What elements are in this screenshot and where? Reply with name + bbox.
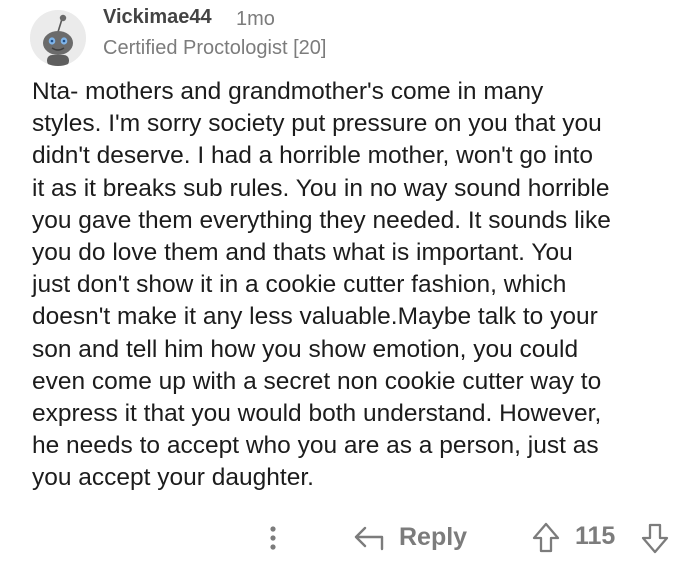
comment-body-line: you do love them and thats what is impor…: [32, 239, 573, 267]
upvote-arrow-icon: [532, 522, 560, 553]
comment-body-line: styles. I'm sorry society put pressure o…: [32, 110, 602, 138]
user-flair: Certified Proctologist [20]: [103, 37, 327, 59]
reply-label: Reply: [399, 523, 468, 551]
downvote-arrow-icon: [641, 523, 669, 554]
comment-body-line: son and tell him how you show emotion, y…: [32, 335, 579, 363]
more-options-button[interactable]: [262, 520, 284, 556]
comment-body-line: even come up with a secret non cookie cu…: [32, 367, 602, 395]
reply-arrow-icon: [354, 526, 384, 551]
comment-body-line: you accept your daughter.: [32, 464, 314, 492]
comment-body-line: doesn't make it any less valuable.Maybe …: [32, 303, 598, 331]
comment-actions-bar: Reply 115: [0, 516, 700, 560]
comment-body-line: Nta- mothers and grandmother's come in m…: [32, 78, 544, 105]
comment-body-line: he needs to accept who you are as a pers…: [32, 432, 599, 460]
vote-score: 115: [575, 522, 616, 550]
snoo-avatar-icon: [30, 10, 86, 66]
timestamp: 1mo: [236, 8, 275, 30]
comment-body-line: you gave them everything they needed. It…: [32, 206, 611, 234]
comment-body-line: didn't deserve. I had a horrible mother,…: [32, 142, 593, 170]
more-vertical-icon: [270, 526, 276, 550]
upvote-button[interactable]: [531, 520, 561, 556]
avatar[interactable]: [30, 10, 86, 66]
username[interactable]: Vickimae44: [103, 6, 212, 29]
comment-body-line: just don't show it in a cookie cutter fa…: [32, 271, 567, 299]
comment: Vickimae44 1mo Certified Proctologist [2…: [0, 0, 700, 576]
downvote-button[interactable]: [640, 520, 670, 556]
comment-body-line: it as it breaks sub rules. You in no way…: [32, 174, 610, 202]
comment-body-line: express it that you would both understan…: [32, 400, 602, 428]
comment-body: Nta- mothers and grandmother's come in m…: [32, 76, 682, 495]
